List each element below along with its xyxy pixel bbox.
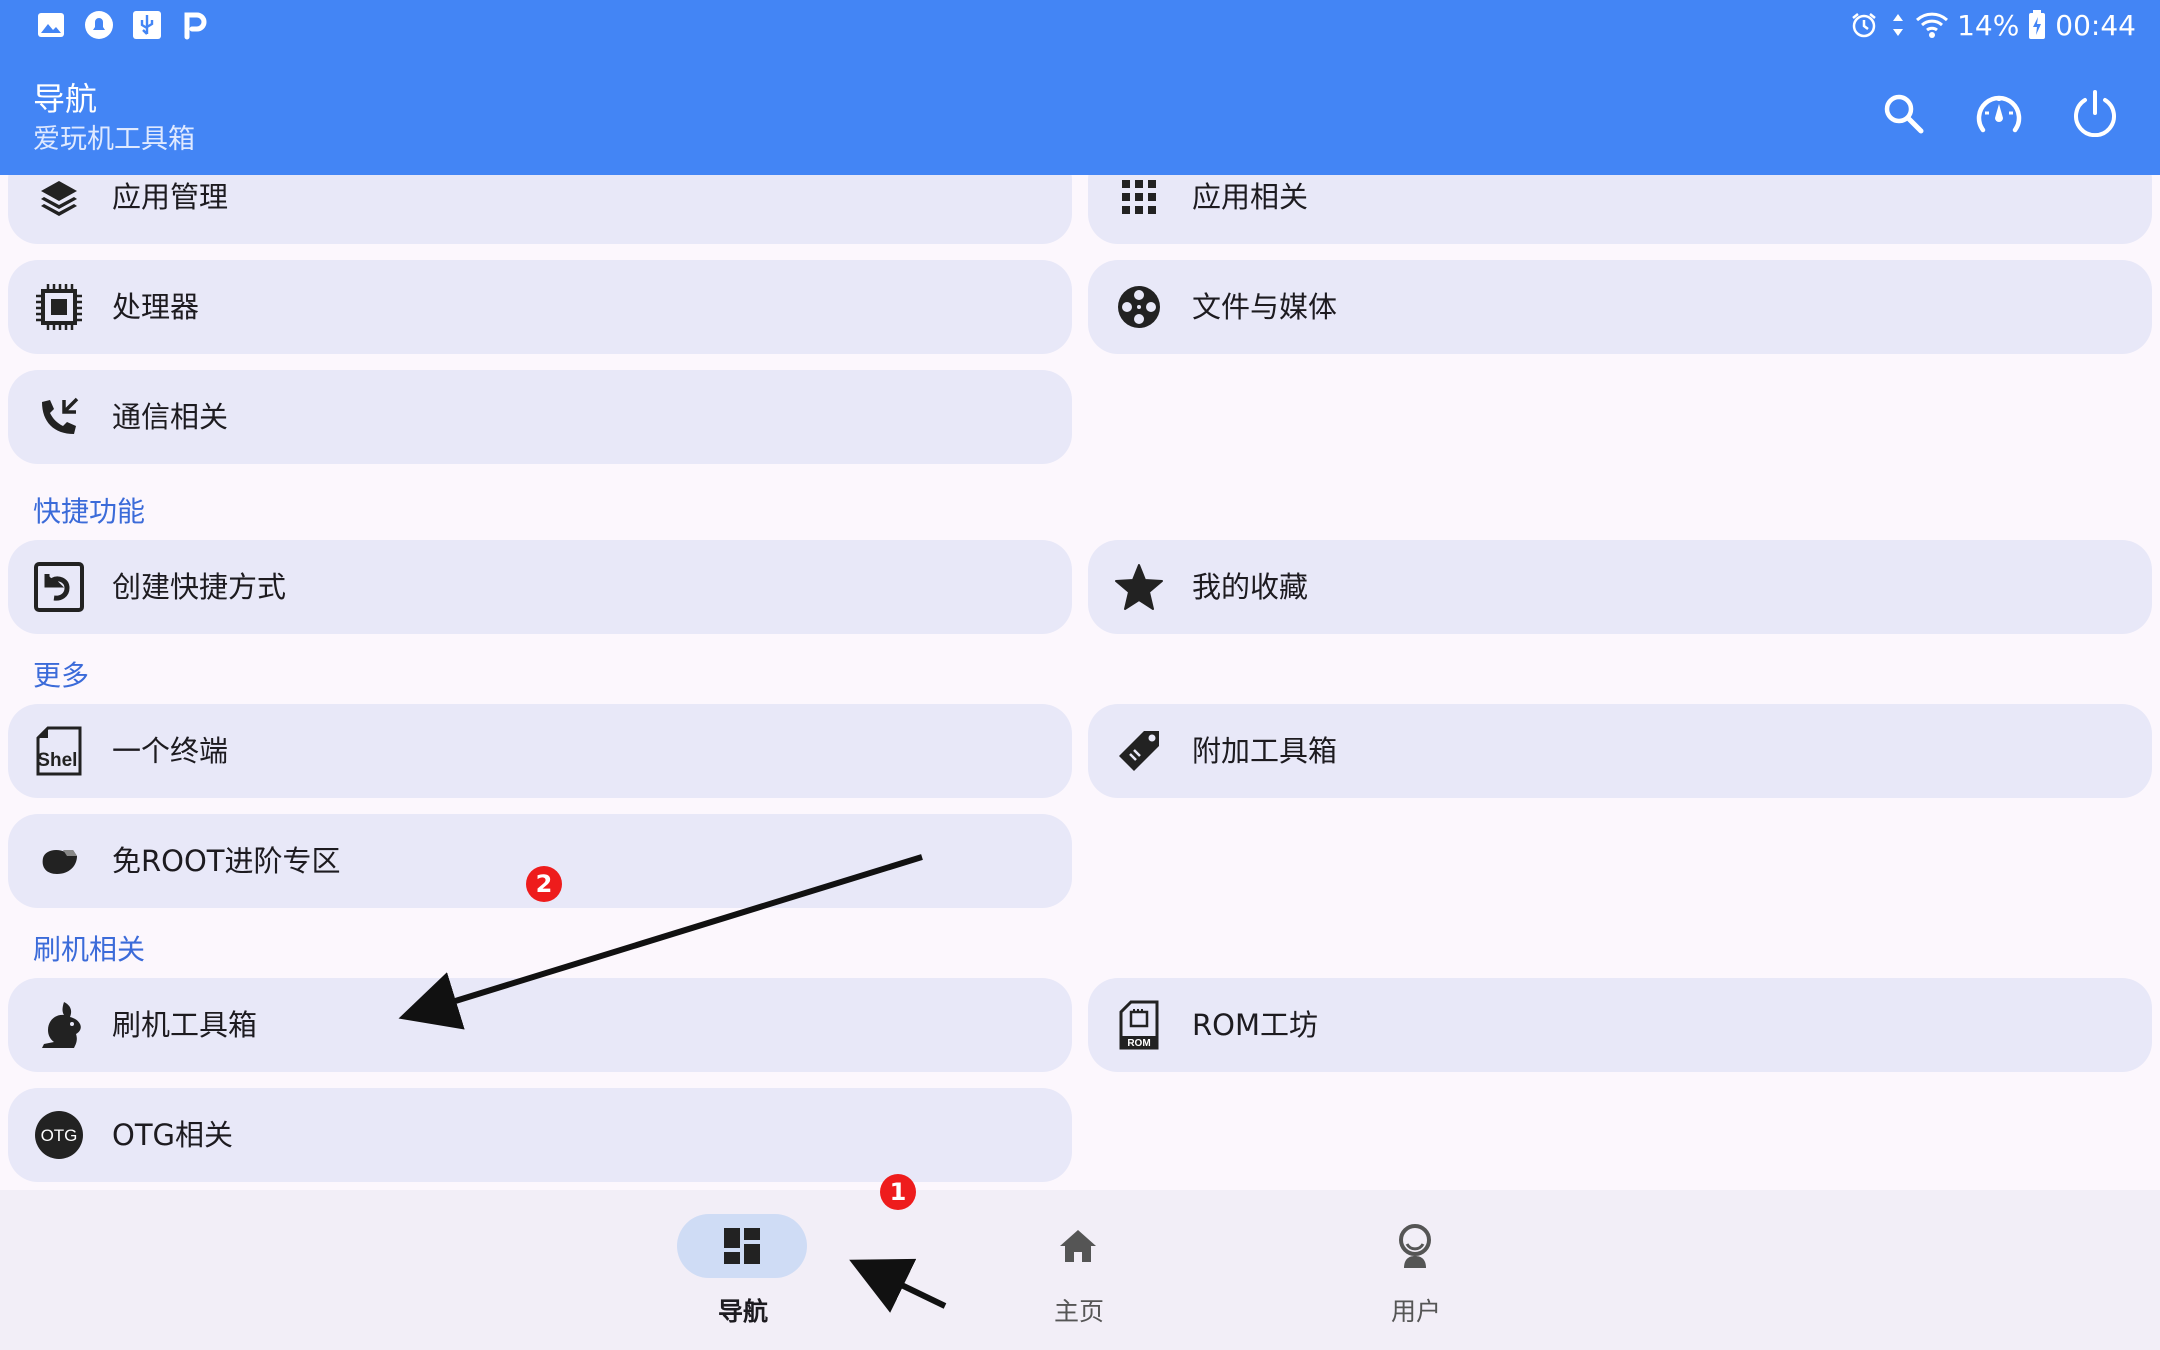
nav-icon-holder: [1013, 1214, 1143, 1278]
home-icon: [1060, 1230, 1096, 1262]
card-rom-workshop[interactable]: ROM ROM工坊: [1088, 978, 2152, 1072]
dashboard-icon: [724, 1228, 760, 1264]
cpu-chip-icon: [34, 282, 84, 332]
notification-bell-icon: [82, 8, 116, 42]
user-icon: [1399, 1224, 1431, 1268]
app-bar-title: 导航: [33, 80, 98, 118]
nav-tab-home[interactable]: 主页: [999, 1214, 1159, 1344]
wifi-icon: [1915, 8, 1949, 42]
search-button[interactable]: [1872, 82, 1934, 144]
image-icon: [34, 8, 68, 42]
card-label: 我的收藏: [1192, 570, 1309, 604]
card-processor[interactable]: 处理器: [8, 260, 1072, 354]
usb-icon: [130, 8, 164, 42]
card-label: 应用管理: [112, 180, 229, 214]
card-label: 处理器: [112, 290, 200, 324]
card-otg[interactable]: OTG OTG相关: [8, 1088, 1072, 1182]
card-label: 通信相关: [112, 400, 229, 434]
section-title-more: 更多: [33, 659, 90, 692]
card-communication[interactable]: 通信相关: [8, 370, 1072, 464]
card-extra-tools[interactable]: 附加工具箱: [1088, 704, 2152, 798]
shortcut-icon: [34, 562, 84, 612]
card-create-shortcut[interactable]: 创建快捷方式: [8, 540, 1072, 634]
status-bar-right: 14% 00:44: [1847, 6, 2136, 44]
card-label: 附加工具箱: [1192, 734, 1338, 768]
annotation-badge-1: 1: [880, 1174, 916, 1210]
card-label: ROM工坊: [1192, 1008, 1318, 1042]
card-label: 刷机工具箱: [112, 1008, 258, 1042]
card-label: 创建快捷方式: [112, 570, 287, 604]
card-app-manage[interactable]: 应用管理: [8, 175, 1072, 244]
otg-icon: OTG: [34, 1110, 84, 1160]
rabbit-icon: [34, 1000, 84, 1050]
film-reel-icon: [1114, 282, 1164, 332]
annotation-badge-2: 2: [526, 866, 562, 902]
search-icon: [1884, 94, 1924, 134]
card-app-related[interactable]: 应用相关: [1088, 175, 2152, 244]
section-title-quick: 快捷功能: [33, 495, 146, 528]
card-label: 一个终端: [112, 734, 229, 768]
rom-icon-text: ROM: [1127, 1038, 1150, 1049]
data-arrows-icon: [1889, 8, 1907, 42]
card-favorites[interactable]: 我的收藏: [1088, 540, 2152, 634]
app-bar-subtitle: 爱玩机工具箱: [33, 124, 195, 155]
clock: 00:44: [2055, 8, 2136, 42]
phone-callback-icon: [34, 392, 84, 442]
speedometer-icon: [1976, 95, 2022, 133]
power-button[interactable]: [2064, 82, 2126, 144]
tag-icon: [1114, 726, 1164, 776]
nav-label: 导航: [717, 1297, 768, 1326]
nav-label: 主页: [1053, 1297, 1104, 1326]
card-terminal[interactable]: Shell 一个终端: [8, 704, 1072, 798]
nav-icon-holder: [1350, 1214, 1480, 1278]
navigation-list: 应用管理 应用相关 处理器 文件与媒体 通信相关 快捷功能 创建快捷方式 我的收…: [0, 175, 2160, 1190]
status-bar-left: [34, 8, 212, 42]
nav-tab-user[interactable]: 用户: [1336, 1214, 1496, 1344]
card-label: 应用相关: [1192, 180, 1309, 214]
otg-icon-text: OTG: [41, 1126, 78, 1145]
card-label: 免ROOT进阶专区: [112, 844, 341, 878]
shell-icon: Shell: [34, 726, 84, 776]
nav-tab-navigation[interactable]: 导航: [663, 1214, 823, 1344]
card-file-media[interactable]: 文件与媒体: [1088, 260, 2152, 354]
apps-grid-icon: [1114, 175, 1164, 222]
section-title-flash: 刷机相关: [33, 933, 146, 966]
card-flash-tools[interactable]: 刷机工具箱: [8, 978, 1072, 1072]
layers-icon: [34, 175, 84, 222]
app-bar: 14% 00:44 导航 爱玩机工具箱: [0, 0, 2160, 175]
rom-file-icon: ROM: [1114, 1000, 1164, 1050]
alarm-icon: [1847, 8, 1881, 42]
card-label: 文件与媒体: [1192, 290, 1338, 324]
battery-charging-icon: [2027, 8, 2047, 42]
card-label: OTG相关: [112, 1118, 234, 1152]
speedometer-button[interactable]: [1968, 82, 2030, 144]
p-icon: [178, 8, 212, 42]
nav-label: 用户: [1390, 1297, 1441, 1326]
no-root-icon: [34, 836, 84, 886]
battery-percent: 14%: [1957, 8, 2020, 42]
power-icon: [2074, 90, 2116, 137]
bottom-navigation: 导航 主页 用户: [0, 1190, 2160, 1350]
star-icon: [1114, 562, 1164, 612]
shell-icon-text: Shell: [37, 750, 82, 771]
nav-active-indicator: [677, 1214, 807, 1278]
